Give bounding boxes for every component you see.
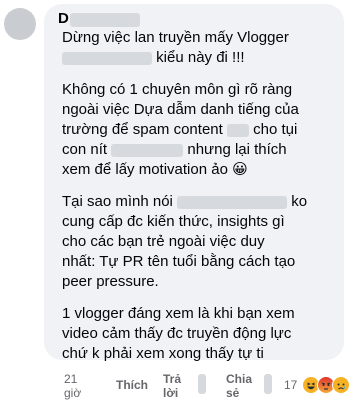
comment-line: ngoài việc Dựa dẫm danh tiếng của xyxy=(62,101,299,118)
sad-icon xyxy=(332,376,351,394)
comment-text-fragment: cho tụi xyxy=(253,121,298,138)
share-label-line[interactable]: sẻ xyxy=(226,386,252,400)
reply-button[interactable]: Trả lời xyxy=(163,372,181,400)
redacted-text xyxy=(62,51,152,65)
comment-line: chứ k phải xem xong thấy tự ti xyxy=(62,345,264,362)
share-button[interactable]: Chia sẻ xyxy=(226,372,252,400)
timestamp[interactable]: 21 giờ xyxy=(64,372,81,400)
comment-paragraph: 1 vlogger đáng xem là khi bạn xem video … xyxy=(62,304,338,364)
share-label-line[interactable]: Chia xyxy=(226,372,252,386)
comment-line: kiểu này đi !!! xyxy=(62,48,338,68)
comment-line: xem để lấy motivation ảo 😀 xyxy=(62,161,248,178)
comment-paragraph: Tại sao mình nói ko cung cấp đc kiến thứ… xyxy=(62,192,338,292)
comment-line: con nít nhưng lại thích xyxy=(62,140,338,160)
timestamp-line[interactable]: giờ xyxy=(64,386,81,400)
comment-text-fragment: con nít xyxy=(62,141,108,158)
redacted-text xyxy=(198,374,206,394)
like-button[interactable]: Thích xyxy=(116,378,148,392)
comment-line: cung cấp đc kiến thức, insights gì xyxy=(62,213,285,230)
reaction-count[interactable]: 17 xyxy=(284,378,297,392)
comment-line: Tại sao mình nói ko xyxy=(62,192,338,212)
author-initial[interactable]: D xyxy=(58,10,69,27)
redacted-text xyxy=(264,374,272,394)
comment-text-fragment: Tại sao mình nói xyxy=(62,193,173,210)
author-name[interactable]: D xyxy=(58,10,69,27)
comment-line: Dừng việc lan truyền mấy Vlogger xyxy=(62,29,289,46)
comment-text-fragment: trường để spam content xyxy=(62,121,223,138)
comment-line: video cảm thấy đc truyền động lực xyxy=(62,325,292,342)
redacted-text xyxy=(111,143,184,157)
comment-text-fragment: nhưng lại thích xyxy=(187,141,287,158)
timestamp-line[interactable]: 21 xyxy=(64,372,81,386)
comment-paragraph: Không có 1 chuyên môn gì rõ ràng ngoài v… xyxy=(62,80,338,180)
comment-paragraph: Dừng việc lan truyền mấy Vlogger kiểu nà… xyxy=(62,28,338,68)
comment-line: nhất: Tự PR tên tuổi bằng cách tạo xyxy=(62,253,296,270)
comment-line: cho các bạn trẻ ngoài việc duy xyxy=(62,233,265,250)
reply-label-line[interactable]: Trả xyxy=(163,372,181,386)
reply-label-line[interactable]: lời xyxy=(163,386,181,400)
comment-line: trường để spam content cho tụi xyxy=(62,120,338,140)
comment-line: 1 vlogger đáng xem là khi bạn xem xyxy=(62,305,295,322)
comment-line: Không có 1 chuyên môn gì rõ ràng xyxy=(62,81,293,98)
comment-text-fragment: ko xyxy=(291,193,308,210)
reaction-summary[interactable]: 17 xyxy=(284,376,351,394)
redacted-text xyxy=(177,195,288,209)
avatar[interactable] xyxy=(4,8,36,40)
redacted-text xyxy=(226,123,249,137)
comment-text-fragment: kiểu này đi !!! xyxy=(156,49,245,66)
comment-line: peer pressure. xyxy=(62,273,159,290)
redacted-author-name xyxy=(70,13,140,27)
comment-text: Dừng việc lan truyền mấy Vlogger kiểu nà… xyxy=(62,28,338,364)
